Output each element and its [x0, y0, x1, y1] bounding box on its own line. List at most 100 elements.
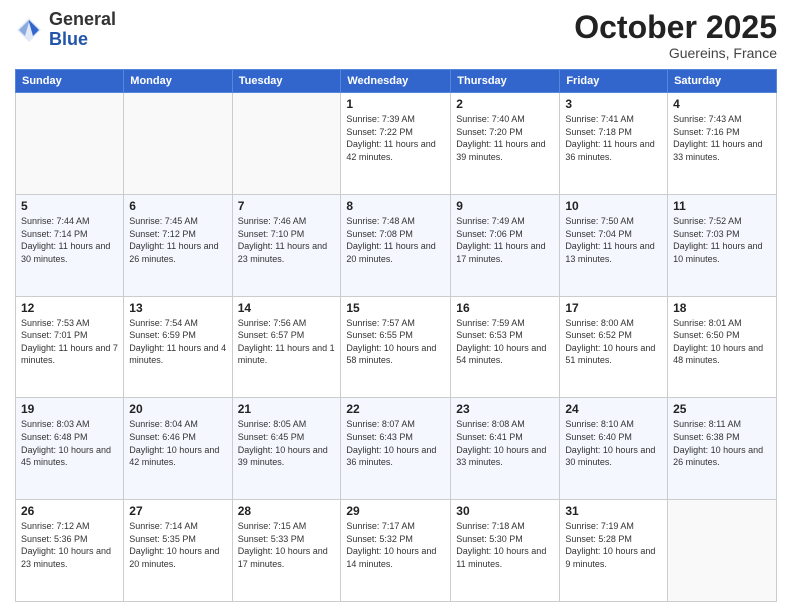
- day-num-1-3: 8: [346, 199, 445, 213]
- cell-2-4: 16 Sunrise: 7:59 AM Sunset: 6:53 PM Dayli…: [451, 296, 560, 398]
- header-thursday: Thursday: [451, 70, 560, 93]
- day-num-3-6: 25: [673, 402, 771, 416]
- location: Guereins, France: [574, 45, 777, 61]
- day-num-0-5: 3: [565, 97, 662, 111]
- day-info-1-4: Sunrise: 7:49 AM Sunset: 7:06 PM Dayligh…: [456, 215, 554, 265]
- cell-1-3: 8 Sunrise: 7:48 AM Sunset: 7:08 PM Daylig…: [341, 194, 451, 296]
- day-info-1-2: Sunrise: 7:46 AM Sunset: 7:10 PM Dayligh…: [238, 215, 336, 265]
- cell-1-2: 7Sunrise: 7:46 AM Sunset: 7:10 PM Daylig…: [232, 194, 341, 296]
- header-friday: Friday: [560, 70, 668, 93]
- cell-4-2: 28 Sunrise: 7:15 AM Sunset: 5:33 PM Dayli…: [232, 500, 341, 602]
- cell-1-1: 6Sunrise: 7:45 AM Sunset: 7:12 PM Daylig…: [124, 194, 232, 296]
- day-num-3-4: 23: [456, 402, 554, 416]
- day-num-2-0: 12: [21, 301, 118, 315]
- day-info-2-4: Sunrise: 7:59 AM Sunset: 6:53 PM Dayligh…: [456, 317, 554, 367]
- day-info-3-3: Sunrise: 8:07 AM Sunset: 6:43 PM Dayligh…: [346, 418, 445, 468]
- cell-2-1: 13 Sunrise: 7:54 AM Sunset: 6:59 PM Dayli…: [124, 296, 232, 398]
- day-num-2-6: 18: [673, 301, 771, 315]
- cell-1-6: 11 Sunrise: 7:52 AM Sunset: 7:03 PM Dayli…: [668, 194, 777, 296]
- cell-0-4: 2 Sunrise: 7:40 AM Sunset: 7:20 PM Daylig…: [451, 93, 560, 195]
- day-info-2-5: Sunrise: 8:00 AM Sunset: 6:52 PM Dayligh…: [565, 317, 662, 367]
- cell-3-1: 20Sunrise: 8:04 AM Sunset: 6:46 PM Dayli…: [124, 398, 232, 500]
- day-info-2-2: Sunrise: 7:56 AM Sunset: 6:57 PM Dayligh…: [238, 317, 336, 367]
- day-num-2-5: 17: [565, 301, 662, 315]
- day-num-2-2: 14: [238, 301, 336, 315]
- header-tuesday: Tuesday: [232, 70, 341, 93]
- day-info-3-0: Sunrise: 8:03 AM Sunset: 6:48 PM Dayligh…: [21, 418, 118, 468]
- day-info-4-5: Sunrise: 7:19 AM Sunset: 5:28 PM Dayligh…: [565, 520, 662, 570]
- cell-3-0: 19Sunrise: 8:03 AM Sunset: 6:48 PM Dayli…: [16, 398, 124, 500]
- day-num-4-5: 31: [565, 504, 662, 518]
- cell-2-5: 17 Sunrise: 8:00 AM Sunset: 6:52 PM Dayli…: [560, 296, 668, 398]
- cell-4-6: [668, 500, 777, 602]
- month-title: October 2025: [574, 10, 777, 45]
- day-info-2-1: Sunrise: 7:54 AM Sunset: 6:59 PM Dayligh…: [129, 317, 226, 367]
- day-info-0-3: Sunrise: 7:39 AM Sunset: 7:22 PM Dayligh…: [346, 113, 445, 163]
- day-info-1-5: Sunrise: 7:50 AM Sunset: 7:04 PM Dayligh…: [565, 215, 662, 265]
- cell-4-1: 27Sunrise: 7:14 AM Sunset: 5:35 PM Dayli…: [124, 500, 232, 602]
- header-saturday: Saturday: [668, 70, 777, 93]
- cell-1-5: 10 Sunrise: 7:50 AM Sunset: 7:04 PM Dayli…: [560, 194, 668, 296]
- cell-0-6: 4Sunrise: 7:43 AM Sunset: 7:16 PM Daylig…: [668, 93, 777, 195]
- day-info-4-2: Sunrise: 7:15 AM Sunset: 5:33 PM Dayligh…: [238, 520, 336, 570]
- logo-blue: Blue: [49, 29, 88, 49]
- day-info-1-3: Sunrise: 7:48 AM Sunset: 7:08 PM Dayligh…: [346, 215, 445, 265]
- day-num-0-4: 2: [456, 97, 554, 111]
- day-num-2-4: 16: [456, 301, 554, 315]
- cell-0-2: [232, 93, 341, 195]
- week-row-0: 1Sunrise: 7:39 AM Sunset: 7:22 PM Daylig…: [16, 93, 777, 195]
- header-sunday: Sunday: [16, 70, 124, 93]
- day-num-3-2: 21: [238, 402, 336, 416]
- day-num-3-3: 22: [346, 402, 445, 416]
- day-num-1-5: 10: [565, 199, 662, 213]
- day-info-2-0: Sunrise: 7:53 AM Sunset: 7:01 PM Dayligh…: [21, 317, 118, 367]
- calendar: Sunday Monday Tuesday Wednesday Thursday…: [15, 69, 777, 602]
- day-info-3-4: Sunrise: 8:08 AM Sunset: 6:41 PM Dayligh…: [456, 418, 554, 468]
- cell-2-6: 18 Sunrise: 8:01 AM Sunset: 6:50 PM Dayli…: [668, 296, 777, 398]
- day-info-1-6: Sunrise: 7:52 AM Sunset: 7:03 PM Dayligh…: [673, 215, 771, 265]
- cell-0-1: [124, 93, 232, 195]
- page: General Blue October 2025 Guereins, Fran…: [0, 0, 792, 612]
- day-num-1-6: 11: [673, 199, 771, 213]
- cell-3-2: 21 Sunrise: 8:05 AM Sunset: 6:45 PM Dayli…: [232, 398, 341, 500]
- cell-4-3: 29Sunrise: 7:17 AM Sunset: 5:32 PM Dayli…: [341, 500, 451, 602]
- day-info-3-2: Sunrise: 8:05 AM Sunset: 6:45 PM Dayligh…: [238, 418, 336, 468]
- day-num-0-6: 4: [673, 97, 771, 111]
- logo-icon: [15, 16, 43, 44]
- week-row-3: 19Sunrise: 8:03 AM Sunset: 6:48 PM Dayli…: [16, 398, 777, 500]
- header-monday: Monday: [124, 70, 232, 93]
- day-num-3-5: 24: [565, 402, 662, 416]
- cell-2-3: 15Sunrise: 7:57 AM Sunset: 6:55 PM Dayli…: [341, 296, 451, 398]
- cell-3-3: 22 Sunrise: 8:07 AM Sunset: 6:43 PM Dayli…: [341, 398, 451, 500]
- cell-0-0: [16, 93, 124, 195]
- day-info-3-5: Sunrise: 8:10 AM Sunset: 6:40 PM Dayligh…: [565, 418, 662, 468]
- day-info-2-6: Sunrise: 8:01 AM Sunset: 6:50 PM Dayligh…: [673, 317, 771, 367]
- day-info-0-5: Sunrise: 7:41 AM Sunset: 7:18 PM Dayligh…: [565, 113, 662, 163]
- cell-2-2: 14 Sunrise: 7:56 AM Sunset: 6:57 PM Dayli…: [232, 296, 341, 398]
- cell-3-5: 24 Sunrise: 8:10 AM Sunset: 6:40 PM Dayli…: [560, 398, 668, 500]
- header: General Blue October 2025 Guereins, Fran…: [15, 10, 777, 61]
- day-num-2-1: 13: [129, 301, 226, 315]
- cell-4-5: 31 Sunrise: 7:19 AM Sunset: 5:28 PM Dayli…: [560, 500, 668, 602]
- cell-2-0: 12 Sunrise: 7:53 AM Sunset: 7:01 PM Dayli…: [16, 296, 124, 398]
- day-num-4-0: 26: [21, 504, 118, 518]
- cell-0-3: 1Sunrise: 7:39 AM Sunset: 7:22 PM Daylig…: [341, 93, 451, 195]
- week-row-4: 26Sunrise: 7:12 AM Sunset: 5:36 PM Dayli…: [16, 500, 777, 602]
- weekday-header-row: Sunday Monday Tuesday Wednesday Thursday…: [16, 70, 777, 93]
- cell-4-4: 30Sunrise: 7:18 AM Sunset: 5:30 PM Dayli…: [451, 500, 560, 602]
- cell-3-4: 23 Sunrise: 8:08 AM Sunset: 6:41 PM Dayli…: [451, 398, 560, 500]
- day-info-4-3: Sunrise: 7:17 AM Sunset: 5:32 PM Dayligh…: [346, 520, 445, 570]
- day-num-4-2: 28: [238, 504, 336, 518]
- day-info-3-6: Sunrise: 8:11 AM Sunset: 6:38 PM Dayligh…: [673, 418, 771, 468]
- header-wednesday: Wednesday: [341, 70, 451, 93]
- cell-4-0: 26Sunrise: 7:12 AM Sunset: 5:36 PM Dayli…: [16, 500, 124, 602]
- day-info-0-4: Sunrise: 7:40 AM Sunset: 7:20 PM Dayligh…: [456, 113, 554, 163]
- title-block: October 2025 Guereins, France: [574, 10, 777, 61]
- cell-1-4: 9Sunrise: 7:49 AM Sunset: 7:06 PM Daylig…: [451, 194, 560, 296]
- logo-text: General Blue: [49, 10, 116, 50]
- day-num-3-1: 20: [129, 402, 226, 416]
- day-num-4-1: 27: [129, 504, 226, 518]
- logo: General Blue: [15, 10, 116, 50]
- day-info-1-1: Sunrise: 7:45 AM Sunset: 7:12 PM Dayligh…: [129, 215, 226, 265]
- day-num-2-3: 15: [346, 301, 445, 315]
